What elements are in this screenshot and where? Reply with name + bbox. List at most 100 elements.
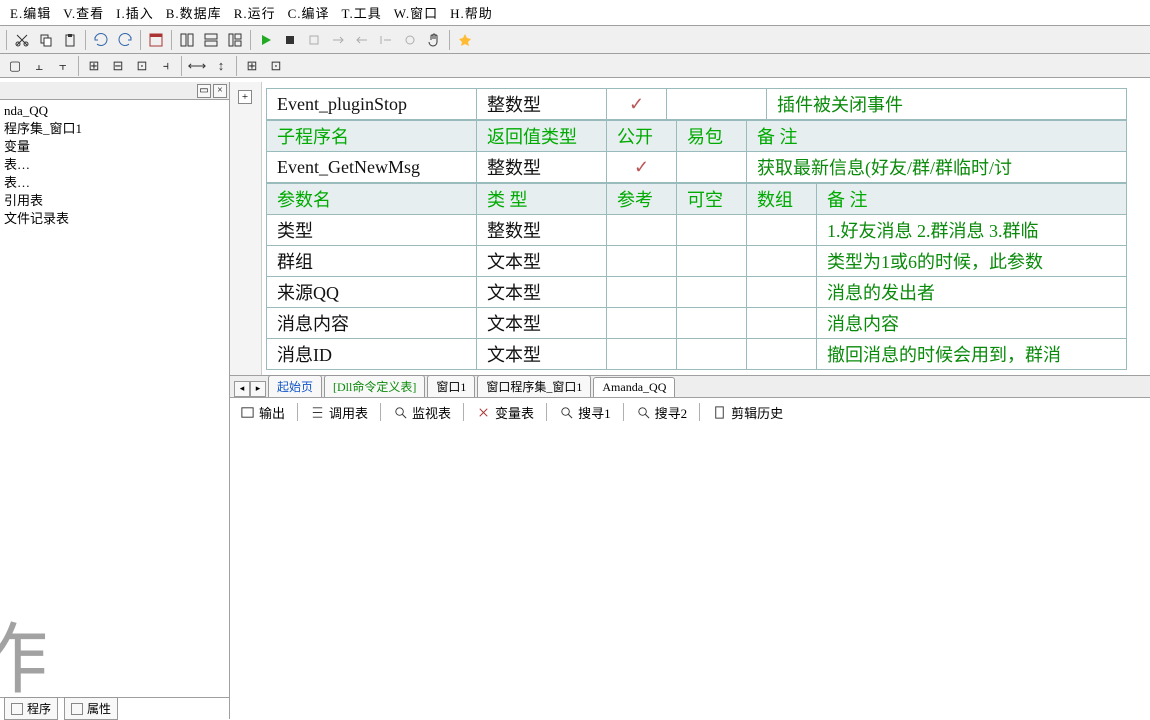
menu-edit[interactable]: E.编辑 (4, 3, 57, 22)
param-name[interactable]: 消息内容 (267, 308, 477, 339)
grid-icon: ⊞ (241, 55, 263, 77)
param-name[interactable]: 群组 (267, 246, 477, 277)
tree-item[interactable]: 文件记录表 (2, 210, 229, 228)
param-name[interactable]: 来源QQ (267, 277, 477, 308)
proc-desc[interactable]: 获取最新信息(好友/群/群临时/讨 (747, 152, 1127, 183)
step3-icon[interactable] (351, 29, 373, 51)
hand-icon[interactable] (423, 29, 445, 51)
align3-icon: ⫟ (52, 55, 74, 77)
editor-tabstrip: ◂ ▸ 起始页 [Dll命令定义表] 窗口1 窗口程序集_窗口1 Amanda_… (230, 375, 1150, 397)
bottom-search2[interactable]: 搜寻2 (636, 403, 688, 422)
tab-properties[interactable]: 属性 (64, 697, 118, 720)
toolbar-main (0, 26, 1150, 54)
param-desc[interactable]: 消息内容 (817, 308, 1127, 339)
bottom-vars[interactable]: 变量表 (476, 403, 534, 422)
proc-name[interactable]: Event_GetNewMsg (267, 152, 477, 183)
param-type[interactable]: 整数型 (477, 215, 607, 246)
watermark: 作 (0, 597, 54, 709)
copy-icon[interactable] (35, 29, 57, 51)
bottom-calltable[interactable]: 调用表 (310, 403, 368, 422)
bottom-output[interactable]: 输出 (240, 403, 285, 422)
sidebar-pin-icon[interactable]: ▭ (197, 84, 211, 98)
sidebar-header: ▭ × (0, 82, 229, 100)
layout3-icon[interactable] (224, 29, 246, 51)
param-name[interactable]: 消息ID (267, 339, 477, 370)
proc-table-1: 子程序名 返回值类型 公开 易包 备 注 Event_GetNewMsg 整数型… (266, 120, 1127, 183)
bottom-watch[interactable]: 监视表 (393, 403, 451, 422)
program-icon (11, 703, 23, 715)
tree-item[interactable]: 变量 (2, 138, 229, 156)
tree-item[interactable]: 表… (2, 174, 229, 192)
tab-amanda[interactable]: Amanda_QQ (593, 377, 675, 397)
hdr-col: 公开 (607, 121, 677, 152)
param-name[interactable]: 类型 (267, 215, 477, 246)
param-desc[interactable]: 类型为1或6的时候，此参数 (817, 246, 1127, 277)
code-editor[interactable]: Event_pluginStop 整数型 ✓ 插件被关闭事件 子程序名 返回值类… (262, 82, 1150, 375)
redo-icon[interactable] (114, 29, 136, 51)
tab-windowset[interactable]: 窗口程序集_窗口1 (477, 375, 591, 397)
hdr-col: 可空 (677, 184, 747, 215)
paste-icon[interactable] (59, 29, 81, 51)
param-type[interactable]: 文本型 (477, 246, 607, 277)
size1-icon: ⟷ (186, 55, 208, 77)
menu-compile[interactable]: C.编译 (282, 3, 336, 22)
project-tree[interactable]: nda_QQ 程序集_窗口1 变量 表… 表… 引用表 文件记录表 (0, 100, 229, 230)
param-desc[interactable]: 消息的发出者 (817, 277, 1127, 308)
menu-window[interactable]: W.窗口 (388, 3, 444, 22)
proc-check[interactable]: ✓ (607, 152, 677, 183)
editor-panel: + ⤶ Event_pluginStop 整数型 ✓ 插件被关闭事件 子程序名 (230, 82, 1150, 719)
menu-insert[interactable]: I.插入 (110, 3, 160, 22)
form-icon[interactable] (145, 29, 167, 51)
undo-icon[interactable] (90, 29, 112, 51)
proc-empty[interactable] (677, 152, 747, 183)
run-icon[interactable] (255, 29, 277, 51)
hdr-col: 备 注 (747, 121, 1127, 152)
param-desc[interactable]: 1.好友消息 2.群消息 3.群临 (817, 215, 1127, 246)
proc-name[interactable]: Event_pluginStop (267, 89, 477, 120)
tree-item[interactable]: 引用表 (2, 192, 229, 210)
stop-icon[interactable] (279, 29, 301, 51)
tree-item[interactable]: 程序集_窗口1 (2, 120, 229, 138)
step1-icon[interactable] (303, 29, 325, 51)
tab-start[interactable]: 起始页 (268, 375, 322, 397)
param-desc[interactable]: 撤回消息的时候会用到，群消 (817, 339, 1127, 370)
bottom-search1[interactable]: 搜寻1 (559, 403, 611, 422)
code-line-if[interactable]: 如果真 (取文本左边 (消息内容, 8) ＝ "旺旺") (266, 370, 1150, 375)
proc-type[interactable]: 整数型 (477, 152, 607, 183)
step4-icon[interactable] (375, 29, 397, 51)
param-type[interactable]: 文本型 (477, 339, 607, 370)
tab-dll[interactable]: [Dll命令定义表] (324, 375, 425, 397)
hdr-col: 子程序名 (267, 121, 477, 152)
sidebar: ▭ × nda_QQ 程序集_窗口1 变量 表… 表… 引用表 文件记录表 作 … (0, 82, 230, 719)
size2-icon: ↕ (210, 55, 232, 77)
menu-run[interactable]: R.运行 (228, 3, 282, 22)
dist3-icon: ⊡ (131, 55, 153, 77)
sidebar-tabs: 程序 属性 (0, 697, 229, 719)
layout2-icon[interactable] (200, 29, 222, 51)
tree-item[interactable]: nda_QQ (2, 102, 229, 120)
cut-icon[interactable] (11, 29, 33, 51)
layout1-icon[interactable] (176, 29, 198, 51)
wizard-icon[interactable] (454, 29, 476, 51)
proc-check[interactable]: ✓ (607, 89, 667, 120)
menu-database[interactable]: B.数据库 (160, 3, 228, 22)
tabs-scroll-left[interactable]: ◂ (234, 381, 250, 397)
param-type[interactable]: 文本型 (477, 308, 607, 339)
menu-tools[interactable]: T.工具 (336, 3, 388, 22)
step2-icon[interactable] (327, 29, 349, 51)
sidebar-close-icon[interactable]: × (213, 84, 227, 98)
param-type[interactable]: 文本型 (477, 277, 607, 308)
proc-empty[interactable] (667, 89, 767, 120)
tab-window1[interactable]: 窗口1 (427, 375, 475, 397)
bottom-cliphistory[interactable]: 剪辑历史 (712, 403, 783, 422)
proc-type[interactable]: 整数型 (477, 89, 607, 120)
menu-help[interactable]: H.帮助 (444, 3, 499, 22)
proc-desc[interactable]: 插件被关闭事件 (767, 89, 1127, 120)
tab-program[interactable]: 程序 (4, 697, 58, 720)
menu-view[interactable]: V.查看 (57, 3, 110, 22)
tabs-scroll-right[interactable]: ▸ (250, 381, 266, 397)
tree-item[interactable]: 表… (2, 156, 229, 174)
step5-icon[interactable] (399, 29, 421, 51)
hdr-col: 返回值类型 (477, 121, 607, 152)
fold-plus-icon[interactable]: + (238, 90, 252, 104)
